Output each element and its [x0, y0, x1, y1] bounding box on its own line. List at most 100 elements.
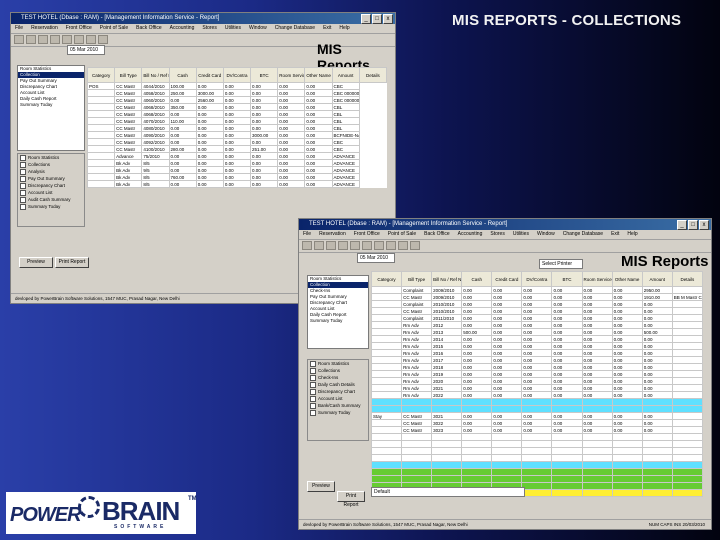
toolbar-button[interactable]	[398, 241, 408, 250]
table-row[interactable]	[370, 461, 704, 469]
table-row[interactable]: Rm Adv 2019 0.00 0.00 0.00 0.00 0.00 0.00 0.00	[370, 370, 704, 378]
menu-item[interactable]: Back Office	[136, 25, 161, 31]
toolbar-button[interactable]	[14, 35, 24, 44]
checkbox[interactable]	[310, 374, 316, 381]
table-row[interactable]: CC Mastr 3023 0.00 0.00 0.00 0.00 0.00 0.00 0.00	[370, 426, 704, 434]
table-row[interactable]: CC Mastr 4070/2010 110.00 0.00 0.00 0.00 0.00 0…	[86, 117, 387, 125]
column-header[interactable]: Amount	[331, 67, 360, 83]
toolbar-button[interactable]	[74, 35, 84, 44]
table-row[interactable]: Rm Adv 2013 500.00 0.00 0.00 0.00 0.00 0.00 500.…	[370, 328, 704, 336]
checkbox[interactable]	[310, 395, 316, 402]
table-row[interactable]: CC Mastr 4068/2010 350.00 0.00 0.00 0.00 0.00 0…	[86, 103, 387, 111]
table-row[interactable]	[370, 440, 704, 448]
report-checkbox-item[interactable]: Audit Cash Summary	[18, 196, 84, 203]
menu-item[interactable]: Reservation	[31, 25, 58, 31]
column-header[interactable]: Other Name	[611, 271, 643, 287]
column-header[interactable]: Credit Card	[491, 271, 523, 287]
report-list-item[interactable]: Summary Today	[308, 318, 368, 324]
report-list-item[interactable]: Summary Today	[18, 102, 84, 108]
checkbox[interactable]	[310, 360, 316, 367]
report-checkbox-item[interactable]: Summary Today	[18, 203, 84, 210]
menu-item[interactable]: Utilities	[513, 231, 529, 237]
table-row[interactable]: CC Mastr 3022 0.00 0.00 0.00 0.00 0.00 0.00 0.00	[370, 419, 704, 427]
column-header[interactable]: Credit Card	[195, 67, 224, 83]
checkbox[interactable]	[310, 409, 316, 416]
table-row[interactable]: Bk Adv 8/5 0.00 0.00 0.00 0.00 0.00 0.00 ADVANCE	[86, 159, 387, 167]
minimize-icon[interactable]: _	[361, 14, 371, 24]
menu-item[interactable]: Window	[249, 25, 267, 31]
report-checkbox-item[interactable]: Collections	[308, 367, 368, 374]
print-report-button[interactable]: Print Report	[337, 491, 365, 508]
toolbar-button[interactable]	[326, 241, 336, 250]
table-row[interactable]	[370, 433, 704, 441]
menu-item[interactable]: Stores	[490, 231, 504, 237]
preview-button[interactable]: Preview	[307, 481, 335, 492]
table-row[interactable]: Rm Adv 2020 0.00 0.00 0.00 0.00 0.00 0.00 0.00	[370, 377, 704, 385]
maximize-icon[interactable]: □	[688, 220, 698, 230]
table-row[interactable]: Stay CC Mastr 3021 0.00 0.00 0.00 0.00 0.00 0.00…	[370, 412, 704, 420]
report-checkbox-item[interactable]: Bank/Cash Summary	[308, 402, 368, 409]
menu-item[interactable]: Accounting	[458, 231, 483, 237]
report-checkbox-item[interactable]: Discrepancy Chart	[308, 388, 368, 395]
menu-item[interactable]: Point of Sale	[100, 25, 128, 31]
table-row[interactable]	[370, 405, 704, 413]
back-preview-button[interactable]: Preview	[19, 257, 53, 268]
front-report-date[interactable]: 05 Mar 2010	[357, 253, 395, 263]
menu-item[interactable]: Change Database	[563, 231, 603, 237]
menu-item[interactable]: File	[303, 231, 311, 237]
toolbar-button[interactable]	[50, 35, 60, 44]
table-row[interactable]: Rm Adv 2015 0.00 0.00 0.00 0.00 0.00 0.00 0.00	[370, 342, 704, 350]
report-checkbox-item[interactable]: Check-Ins	[308, 374, 368, 381]
back-print-button[interactable]: Print Report	[55, 257, 89, 268]
column-header[interactable]: DV/Contra	[222, 67, 252, 83]
table-row[interactable]: CC Mastr 4092/2010 0.00 0.00 0.00 0.00 0.00 0.0…	[86, 138, 387, 146]
column-header[interactable]: Room Service	[277, 67, 306, 83]
toolbar-button[interactable]	[362, 241, 372, 250]
menu-item[interactable]: Front Office	[66, 25, 92, 31]
column-header[interactable]: Bill No / Ref No	[431, 271, 463, 287]
checkbox[interactable]	[20, 203, 26, 210]
menu-item[interactable]: Help	[339, 25, 349, 31]
table-row[interactable]	[370, 468, 704, 476]
maximize-icon[interactable]: □	[372, 14, 382, 24]
checkbox[interactable]	[20, 168, 26, 175]
column-header[interactable]: Bill Type	[401, 271, 433, 287]
report-checkbox-item[interactable]: Collections	[18, 161, 84, 168]
menu-item[interactable]: Change Database	[275, 25, 315, 31]
table-row[interactable]: CC Mastr 4080/2010 0.00 0.00 0.00 0.00 0.00 0.0…	[86, 124, 387, 132]
close-icon[interactable]: x	[383, 14, 393, 24]
toolbar-button[interactable]	[98, 35, 108, 44]
table-row[interactable]: Rm Adv 2014 0.00 0.00 0.00 0.00 0.00 0.00 0.00	[370, 335, 704, 343]
checkbox[interactable]	[20, 154, 26, 161]
table-row[interactable]	[370, 475, 704, 483]
table-row[interactable]: Complaint 2009/2010 0.00 0.00 0.00 0.00 0.00 0.…	[370, 286, 704, 294]
toolbar-button[interactable]	[386, 241, 396, 250]
column-header[interactable]: Cash	[461, 271, 493, 287]
table-row[interactable]	[370, 447, 704, 455]
column-header[interactable]: BTC	[250, 67, 279, 83]
checkbox[interactable]	[20, 189, 26, 196]
table-row[interactable]: Rm Adv 2018 0.00 0.00 0.00 0.00 0.00 0.00 0.00	[370, 363, 704, 371]
column-header[interactable]: Details	[358, 67, 388, 83]
column-header[interactable]: Amount	[641, 271, 673, 287]
column-header[interactable]: Other Name N/A	[304, 67, 333, 83]
toolbar-button[interactable]	[26, 35, 36, 44]
close-icon[interactable]: x	[699, 220, 709, 230]
report-checkbox-item[interactable]: Summary Today	[308, 409, 368, 416]
checkbox[interactable]	[310, 402, 316, 409]
table-row[interactable]	[370, 398, 704, 406]
minimize-icon[interactable]: _	[677, 220, 687, 230]
report-checkbox-item[interactable]: Daily Cash Details	[308, 381, 368, 388]
table-row[interactable]: CC Mastr 4090/2010 0.00 0.00 0.00 3000.00 0.00…	[86, 131, 387, 139]
column-header[interactable]: Category	[370, 271, 403, 287]
table-row[interactable]: Rm Adv 2017 0.00 0.00 0.00 0.00 0.00 0.00 0.00	[370, 356, 704, 364]
report-checkbox-item[interactable]: Account List	[18, 189, 84, 196]
column-header[interactable]: Details	[671, 271, 704, 287]
table-row[interactable]: CC Mastr 4068/2010 0.00 0.00 0.00 0.00 0.00 0.0…	[86, 110, 387, 118]
table-row[interactable]: Rm Adv 2022 0.00 0.00 0.00 0.00 0.00 0.00 0.00	[370, 391, 704, 399]
toolbar-button[interactable]	[338, 241, 348, 250]
table-row[interactable]: Bk Adv 8/5 760.00 0.00 0.00 0.00 0.00 0.00 ADVAN…	[86, 173, 387, 181]
table-row[interactable]: Rm Adv 2021 0.00 0.00 0.00 0.00 0.00 0.00 0.00	[370, 384, 704, 392]
report-checkbox-item[interactable]: Analysis	[18, 168, 84, 175]
table-row[interactable]: CC Mastr 2009/2010 0.00 0.00 0.00 0.00 0.00 0.0…	[370, 293, 704, 301]
